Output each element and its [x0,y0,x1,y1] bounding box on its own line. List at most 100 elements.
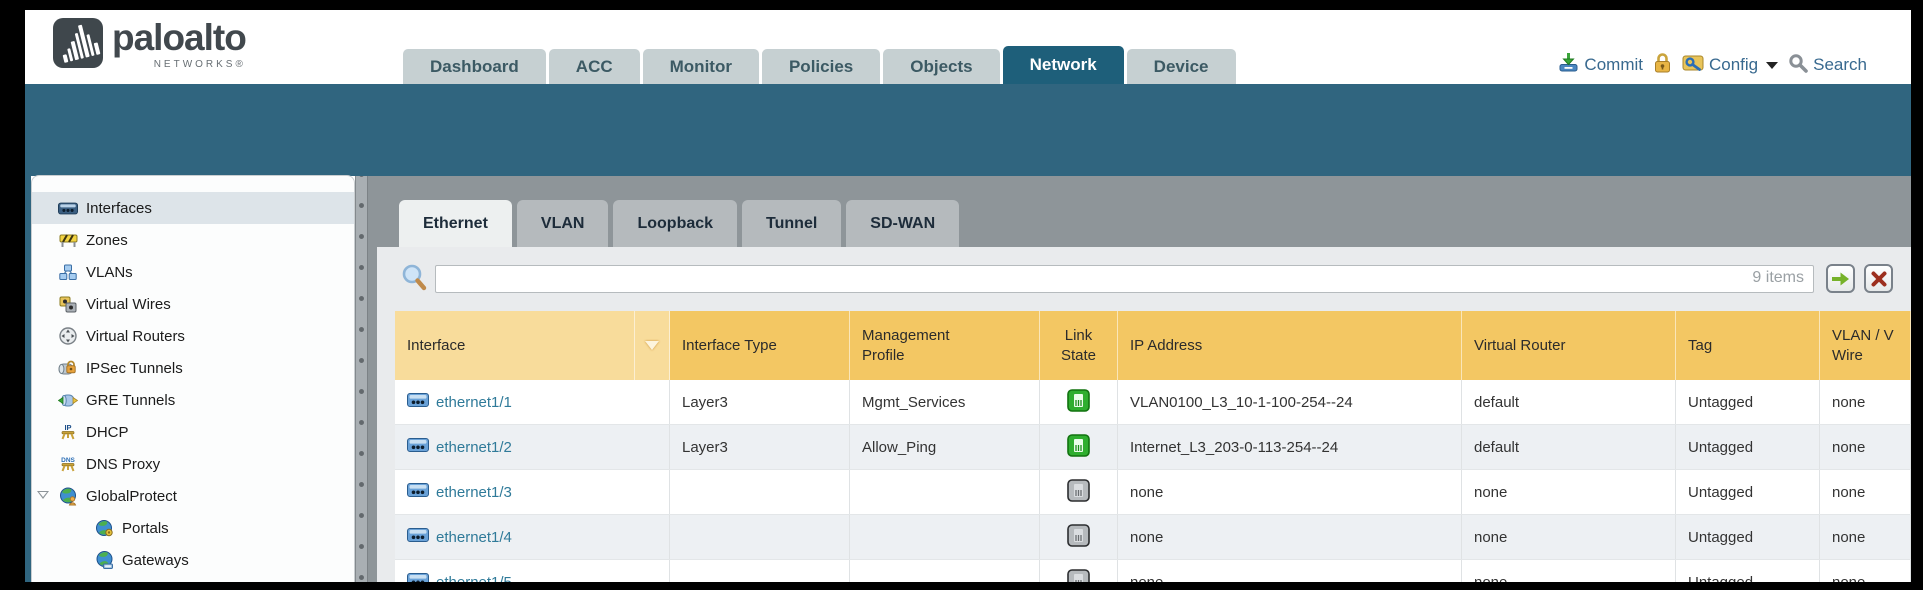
commit-button[interactable]: Commit [1558,52,1643,78]
tab-vlan[interactable]: VLAN [517,200,609,247]
clear-filter-button[interactable] [1864,264,1893,293]
filter-input[interactable] [435,265,1814,293]
table-row[interactable]: ethernet1/3 none none Untagged none [395,470,1911,515]
ethernet-interface-icon [407,393,429,411]
interface-link[interactable]: ethernet1/3 [436,484,512,501]
cell-tag: Untagged [1676,380,1820,424]
sidebar-item-ipsec-tunnels[interactable]: IPSec Tunnels [32,352,354,384]
sidebar-item-gateways[interactable]: Gateways [32,544,354,576]
tab-sdwan[interactable]: SD-WAN [846,200,959,247]
filter-row: 9 items [377,247,1911,307]
column-header-management-profile[interactable]: Management Profile [850,311,1040,380]
link-state-down-icon [1067,479,1090,506]
cell-management-profile [850,470,1040,514]
zones-icon [58,230,78,250]
top-header: paloalto NETWORKS® Dashboard ACC Monitor… [25,10,1911,84]
table-row[interactable]: ethernet1/2 Layer3 Allow_Ping Internet_L… [395,425,1911,470]
sidebar-item-vlans[interactable]: VLANs [32,256,354,288]
tab-policies[interactable]: Policies [762,49,880,84]
tab-network[interactable]: Network [1003,46,1124,84]
search-button[interactable]: Search [1788,53,1867,78]
sidebar-item-label: Gateways [122,552,189,569]
header-utilities: Commit Config [1558,52,1867,78]
interface-link[interactable]: ethernet1/1 [436,394,512,411]
column-header-vlan-virtual-wire[interactable]: VLAN / VWire [1820,311,1911,380]
cell-management-profile [850,560,1040,582]
main-content: Ethernet VLAN Loopback Tunnel SD-WAN 9 i… [368,176,1911,582]
brand-sub: NETWORKS® [112,59,246,70]
network-side-nav: Interfaces Zones VLANs Virtual Wires Vir [31,175,355,582]
tab-loopback[interactable]: Loopback [613,200,737,247]
sidebar-item-zones[interactable]: Zones [32,224,354,256]
sidebar-item-gre-tunnels[interactable]: GRE Tunnels [32,384,354,416]
table-header-row: Interface Interface Type Management Prof… [395,311,1911,380]
column-header-tag[interactable]: Tag [1676,311,1820,380]
cell-interface-type [670,560,850,582]
tab-ethernet[interactable]: Ethernet [399,200,512,247]
table-row[interactable]: ethernet1/5 none none Untagged none [395,560,1911,582]
globalprotect-icon [58,486,78,506]
cell-ip-address: none [1118,515,1462,559]
column-header-virtual-router[interactable]: Virtual Router [1462,311,1676,380]
brand-name: paloalto [112,18,246,58]
gre-tunnels-icon [58,390,78,410]
table-row[interactable]: ethernet1/1 Layer3 Mgmt_Services VLAN010… [395,380,1911,425]
apply-filter-button[interactable] [1826,264,1855,293]
interface-link[interactable]: ethernet1/2 [436,439,512,456]
cell-vlan: none [1820,515,1911,559]
virtual-wires-icon [58,294,78,314]
panel-splitter[interactable] [355,176,368,582]
lock-icon[interactable] [1653,52,1672,78]
sidebar-item-label: Portals [122,520,169,537]
dhcp-icon: IP [58,422,78,442]
sidebar-item-virtual-routers[interactable]: Virtual Routers [32,320,354,352]
expand-arrow-icon[interactable] [37,491,49,499]
table-row[interactable]: ethernet1/4 none none Untagged none [395,515,1911,560]
sidebar-item-dhcp[interactable]: IP DHCP [32,416,354,448]
tab-dashboard[interactable]: Dashboard [403,49,546,84]
interface-link[interactable]: ethernet1/5 [436,574,512,583]
cell-tag: Untagged [1676,560,1820,582]
tab-monitor[interactable]: Monitor [643,49,759,84]
cell-virtual-router: none [1462,470,1676,514]
tab-device[interactable]: Device [1127,49,1236,84]
column-header-ip-address[interactable]: IP Address [1118,311,1462,380]
tab-objects[interactable]: Objects [883,49,999,84]
panos-app-window: paloalto NETWORKS® Dashboard ACC Monitor… [25,10,1911,582]
sidebar-item-globalprotect[interactable]: GlobalProtect [32,480,354,512]
config-icon [1682,52,1704,78]
cell-virtual-router: none [1462,560,1676,582]
link-state-down-icon [1067,569,1090,583]
config-menu-button[interactable]: Config [1682,52,1778,78]
cell-management-profile: Mgmt_Services [850,380,1040,424]
gateways-icon [94,550,114,570]
cell-vlan: none [1820,425,1911,469]
sidebar-item-label: Virtual Wires [86,296,171,313]
sidebar-item-dns-proxy[interactable]: DNS DNS Proxy [32,448,354,480]
sidebar-item-label: IPSec Tunnels [86,360,183,377]
tab-tunnel[interactable]: Tunnel [742,200,841,247]
sidebar-item-virtual-wires[interactable]: Virtual Wires [32,288,354,320]
column-header-interface-type[interactable]: Interface Type [670,311,850,380]
sidebar-item-interfaces[interactable]: Interfaces [32,192,354,224]
interfaces-icon [58,198,78,218]
screenshot-frame: paloalto NETWORKS® Dashboard ACC Monitor… [0,0,1923,590]
interface-link[interactable]: ethernet1/4 [436,529,512,546]
cell-vlan: none [1820,380,1911,424]
sort-dropdown[interactable] [635,311,670,380]
cell-interface-type [670,470,850,514]
cell-tag: Untagged [1676,515,1820,559]
cell-vlan: none [1820,470,1911,514]
tab-acc[interactable]: ACC [549,49,640,84]
column-header-interface[interactable]: Interface [395,311,635,380]
cell-virtual-router: default [1462,380,1676,424]
sidebar-item-label: DNS Proxy [86,456,160,473]
filter-search-icon [401,264,427,297]
cell-tag: Untagged [1676,470,1820,514]
interfaces-table: Interface Interface Type Management Prof… [395,311,1911,582]
sidebar-item-label: GlobalProtect [86,488,177,505]
sidebar-item-portals[interactable]: Portals [32,512,354,544]
link-state-down-icon [1067,524,1090,551]
ipsec-tunnels-icon [58,358,78,378]
column-header-link-state[interactable]: Link State [1040,311,1118,380]
